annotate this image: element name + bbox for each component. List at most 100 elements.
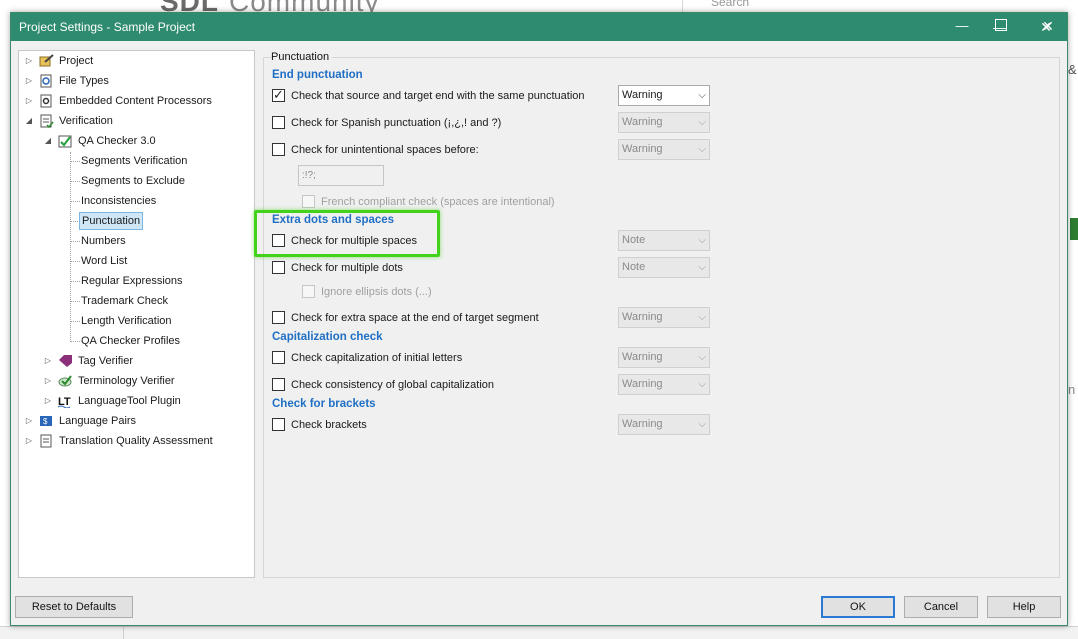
same-punctuation-severity-value: Warning xyxy=(622,89,663,101)
maximize-icon[interactable] xyxy=(995,19,1007,31)
settings-tree[interactable]: ▷ Project ▷ File Types ▷ Embedded Content Pro… xyxy=(18,50,255,578)
tree-item-translation-quality-assessment[interactable]: ▷ Translation Quality Assessment xyxy=(19,432,254,450)
background-text-2: n xyxy=(1068,382,1076,397)
tree-connector-vertical xyxy=(70,152,71,342)
dialog-titlebar[interactable]: Project Settings - Sample Project — ✕ xyxy=(11,13,1067,41)
expand-arrow-icon[interactable]: ▷ xyxy=(44,352,52,370)
multiple-spaces-severity-select: Note ⌵ xyxy=(618,230,710,251)
panel-title: Punctuation xyxy=(271,51,333,63)
same-punctuation-checkbox[interactable] xyxy=(272,87,285,103)
chevron-down-icon: ⌵ xyxy=(698,379,706,390)
multiple-dots-label: Check for multiple dots xyxy=(291,262,403,274)
tqa-icon xyxy=(39,434,54,448)
tree-item-punctuation[interactable]: Punctuation xyxy=(19,212,254,230)
minimize-icon[interactable]: — xyxy=(939,12,985,40)
tree-item-languagetool-plugin[interactable]: ▷ LT LanguageTool Plugin xyxy=(19,392,254,410)
unintentional-spaces-checkbox[interactable] xyxy=(272,143,285,156)
expand-arrow-icon[interactable]: ▷ xyxy=(25,432,33,450)
tree-item-tag-verifier[interactable]: ▷ Tag Verifier xyxy=(19,352,254,370)
extra-space-end-checkbox[interactable] xyxy=(272,311,285,324)
tree-item-file-types[interactable]: ▷ File Types xyxy=(19,72,254,90)
tree-item-qa-checker-3-0[interactable]: ◢ QA Checker 3.0 xyxy=(19,132,254,150)
brackets-severity-select: Warning ⌵ xyxy=(618,414,710,435)
background-divider xyxy=(123,626,124,639)
chevron-down-icon: ⌵ xyxy=(698,90,706,101)
background-accent-bar xyxy=(1070,218,1078,240)
cancel-button[interactable]: Cancel xyxy=(904,596,978,618)
qa-checker-icon xyxy=(58,134,73,148)
tree-item-label: Regular Expressions xyxy=(81,275,183,287)
tree-item-label: QA Checker Profiles xyxy=(81,335,181,347)
tree-item-inconsistencies[interactable]: Inconsistencies xyxy=(19,192,254,210)
tree-item-label: Punctuation xyxy=(79,212,144,230)
multiple-spaces-severity-value: Note xyxy=(622,234,646,246)
reset-to-defaults-button[interactable]: Reset to Defaults xyxy=(15,596,133,618)
brackets-label: Check brackets xyxy=(291,419,367,431)
expand-arrow-icon[interactable]: ▷ xyxy=(44,372,52,390)
tree-item-embedded-content-processors[interactable]: ▷ Embedded Content Processors xyxy=(19,92,254,110)
tree-item-word-list[interactable]: Word List xyxy=(19,252,254,270)
tree-item-segments-verification[interactable]: Segments Verification xyxy=(19,152,254,170)
tree-item-label: QA Checker 3.0 xyxy=(78,135,156,147)
tree-item-label: LanguageTool Plugin xyxy=(78,395,181,407)
project-icon xyxy=(39,54,54,68)
highlight-annotation xyxy=(254,210,440,257)
dialog-title: Project Settings - Sample Project xyxy=(19,20,196,34)
tree-item-label: Tag Verifier xyxy=(78,355,134,367)
tree-item-numbers[interactable]: Numbers xyxy=(19,232,254,250)
expand-arrow-icon[interactable]: ▷ xyxy=(25,412,33,430)
tree-item-label: Verification xyxy=(59,115,113,127)
expand-arrow-icon[interactable]: ▷ xyxy=(25,92,33,110)
french-compliant-checkbox xyxy=(302,195,315,208)
multiple-dots-checkbox[interactable] xyxy=(272,261,285,274)
collapse-arrow-icon[interactable]: ◢ xyxy=(25,112,33,130)
cap-global-checkbox[interactable] xyxy=(272,378,285,391)
spanish-punctuation-checkbox[interactable] xyxy=(272,116,285,129)
tree-item-label: Embedded Content Processors xyxy=(59,95,212,107)
cap-initial-label: Check capitalization of initial letters xyxy=(291,352,463,364)
tree-item-segments-to-exclude[interactable]: Segments to Exclude xyxy=(19,172,254,190)
close-icon[interactable]: ✕ xyxy=(1031,12,1065,40)
tree-item-label: File Types xyxy=(59,75,109,87)
extra-space-end-severity-value: Warning xyxy=(622,311,663,323)
section-capitalization: Capitalization check xyxy=(272,331,383,343)
background-status-area xyxy=(0,626,1078,639)
help-button[interactable]: Help xyxy=(987,596,1061,618)
brackets-severity-value: Warning xyxy=(622,418,663,430)
tree-item-label: Numbers xyxy=(81,235,126,247)
tree-item-project[interactable]: ▷ Project xyxy=(19,52,254,70)
ignore-ellipsis-checkbox xyxy=(302,285,315,298)
multiple-dots-severity-value: Note xyxy=(622,261,646,273)
spanish-punctuation-label: Check for Spanish punctuation (¡,¿,! and… xyxy=(291,117,502,129)
cap-global-severity-value: Warning xyxy=(622,378,663,390)
brackets-checkbox[interactable] xyxy=(272,418,285,431)
same-punctuation-severity-select[interactable]: Warning ⌵ xyxy=(618,85,710,106)
tree-item-qa-checker-profiles[interactable]: QA Checker Profiles xyxy=(19,332,254,350)
tree-item-label: Segments Verification xyxy=(81,155,188,167)
expand-arrow-icon[interactable]: ▷ xyxy=(25,72,33,90)
collapse-arrow-icon[interactable]: ◢ xyxy=(44,132,52,150)
cap-global-label: Check consistency of global capitalizati… xyxy=(291,379,495,391)
tree-item-terminology-verifier[interactable]: ▷ Terminology Verifier xyxy=(19,372,254,390)
tree-item-label: Translation Quality Assessment xyxy=(59,435,213,447)
tree-item-length-verification[interactable]: Length Verification xyxy=(19,312,254,330)
cap-global-severity-select: Warning ⌵ xyxy=(618,374,710,395)
tree-item-language-pairs[interactable]: ▷ $ Language Pairs xyxy=(19,412,254,430)
tree-item-trademark-check[interactable]: Trademark Check xyxy=(19,292,254,310)
expand-arrow-icon[interactable]: ▷ xyxy=(44,392,52,410)
extra-space-end-label: Check for extra space at the end of targ… xyxy=(291,312,539,324)
cap-initial-severity-select: Warning ⌵ xyxy=(618,347,710,368)
tree-item-label: Inconsistencies xyxy=(81,195,157,207)
svg-text:$: $ xyxy=(43,417,48,426)
chevron-down-icon: ⌵ xyxy=(698,235,706,246)
tree-item-verification[interactable]: ◢ Verification xyxy=(19,112,254,130)
extra-space-end-severity-select: Warning ⌵ xyxy=(618,307,710,328)
ok-button[interactable]: OK xyxy=(821,596,895,618)
tree-item-label: Terminology Verifier xyxy=(78,375,175,387)
gear-icon xyxy=(39,94,54,108)
multiple-dots-severity-select: Note ⌵ xyxy=(618,257,710,278)
cap-initial-checkbox[interactable] xyxy=(272,351,285,364)
unintentional-spaces-label: Check for unintentional spaces before: xyxy=(291,144,479,156)
tree-item-regular-expressions[interactable]: Regular Expressions xyxy=(19,272,254,290)
expand-arrow-icon[interactable]: ▷ xyxy=(25,52,33,70)
